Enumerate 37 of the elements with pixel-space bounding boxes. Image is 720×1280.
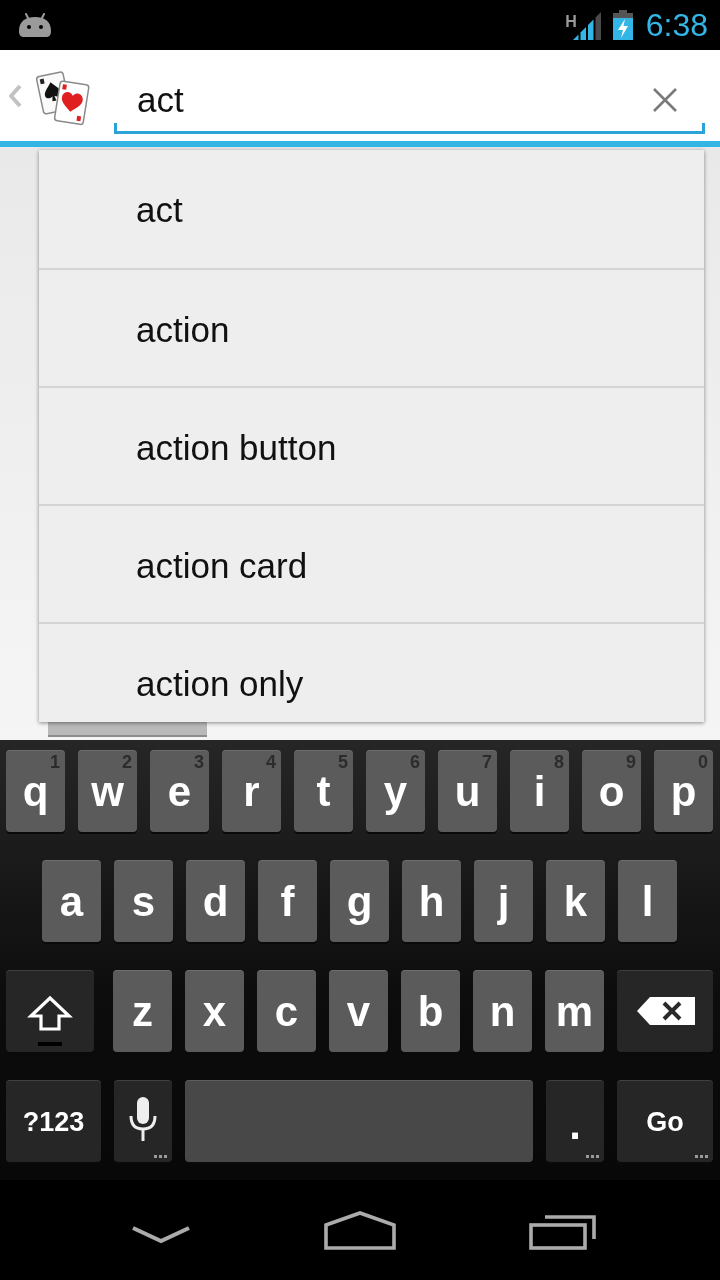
delete-key[interactable] <box>617 970 713 1052</box>
suggestion-item[interactable]: action button <box>39 386 704 504</box>
keyboard-key[interactable]: h <box>402 860 461 942</box>
keyboard-key[interactable]: j <box>474 860 533 942</box>
keyboard-key[interactable]: l <box>618 860 677 942</box>
chevron-down-icon[interactable] <box>131 1224 191 1244</box>
keyboard-key[interactable]: b <box>401 970 460 1052</box>
suggestion-item[interactable]: act <box>39 150 704 268</box>
keyboard-key[interactable]: s <box>114 860 173 942</box>
keyboard-key[interactable]: a <box>42 860 101 942</box>
keyboard-key[interactable]: n <box>473 970 532 1052</box>
keyboard-key[interactable]: v <box>329 970 388 1052</box>
keyboard-key[interactable]: f <box>258 860 317 942</box>
home-icon[interactable] <box>324 1210 396 1250</box>
keyboard-key[interactable]: g <box>330 860 389 942</box>
keyboard-key[interactable]: z <box>113 970 172 1052</box>
shift-icon <box>27 995 73 1047</box>
backspace-icon <box>637 997 695 1025</box>
period-key[interactable]: . <box>546 1080 604 1162</box>
battery-charging-icon <box>612 10 633 40</box>
clock: 6:38 <box>645 7 708 43</box>
keyboard-key[interactable]: d <box>186 860 245 942</box>
close-icon[interactable] <box>652 87 678 113</box>
keyboard-key[interactable]: c <box>257 970 316 1052</box>
microphone-key[interactable] <box>114 1080 172 1162</box>
microphone-icon <box>127 1097 159 1141</box>
shift-key[interactable] <box>6 970 94 1052</box>
go-key[interactable]: Go <box>617 1080 713 1162</box>
keyboard-key[interactable]: x <box>185 970 244 1052</box>
keyboard-key[interactable]: k <box>546 860 605 942</box>
recents-icon[interactable] <box>529 1214 597 1250</box>
symbols-key[interactable]: ?123 <box>6 1080 101 1162</box>
network-type-label: H <box>565 14 577 30</box>
robot-head-icon <box>17 13 53 38</box>
keyboard-key[interactable]: m <box>545 970 604 1052</box>
suggestion-item[interactable]: action card <box>39 504 704 622</box>
suggestion-item[interactable]: action <box>39 268 704 386</box>
